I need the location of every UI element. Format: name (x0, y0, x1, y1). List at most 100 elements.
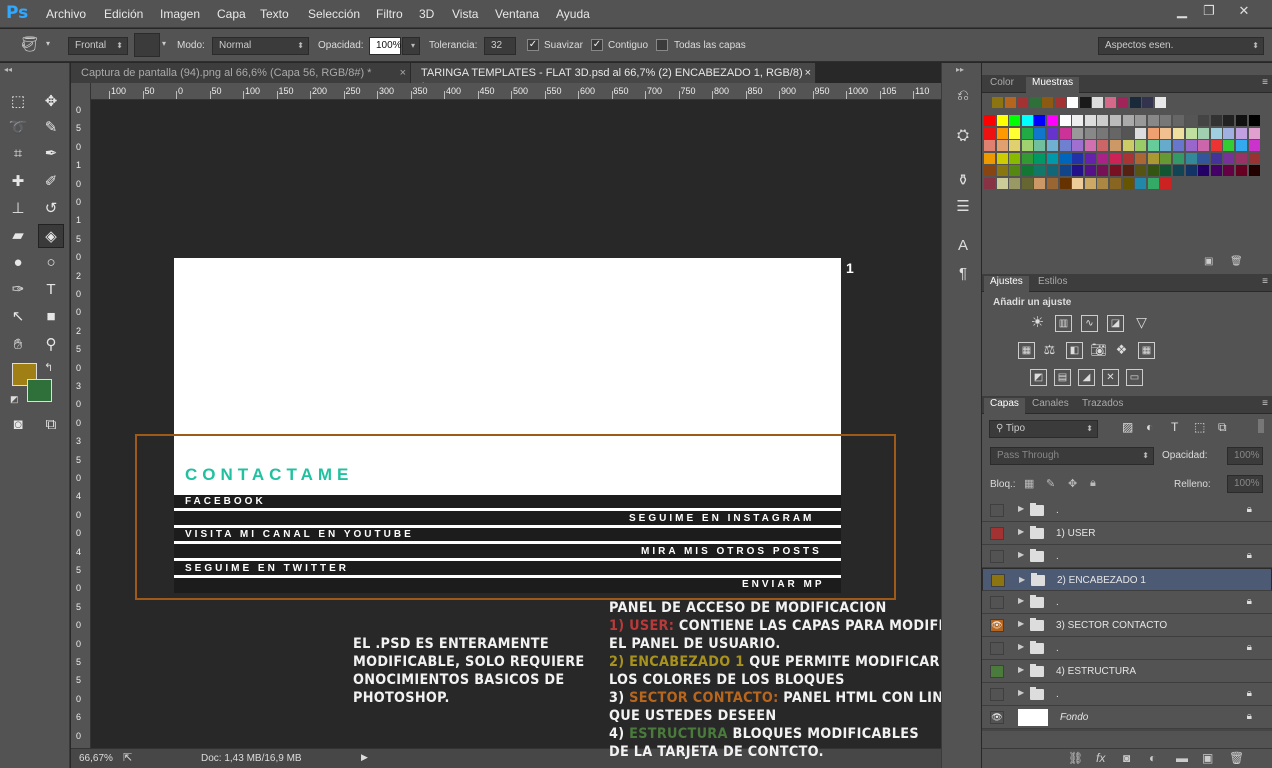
color-swatch[interactable] (1122, 127, 1134, 139)
color-swatch[interactable] (1059, 152, 1071, 164)
color-swatch[interactable] (1210, 165, 1222, 177)
lock-position-icon[interactable]: ✥ (1068, 477, 1077, 490)
workspace-select[interactable]: Aspectos esen. ⬍ (1098, 37, 1264, 55)
new-layer-icon[interactable]: ▣ (1202, 751, 1213, 765)
color-swatch[interactable] (1198, 140, 1210, 152)
minimize-icon[interactable]: ▁ (1170, 2, 1194, 20)
tab-swatches[interactable]: Muestras (1026, 77, 1080, 93)
color-swatch[interactable] (1059, 140, 1071, 152)
color-swatch[interactable] (1059, 178, 1071, 189)
tab-color[interactable]: Color (984, 77, 1020, 88)
color-swatch[interactable] (1248, 165, 1260, 177)
filter-adjustment-icon[interactable]: ◐ (1146, 420, 1153, 434)
color-swatch[interactable] (1248, 115, 1260, 126)
color-swatch[interactable] (1047, 165, 1058, 177)
mode-select[interactable]: Normal ⬍ (212, 37, 309, 55)
color-swatch[interactable] (1034, 115, 1046, 126)
color-swatch[interactable] (1160, 165, 1172, 177)
color-swatch[interactable] (1173, 165, 1184, 177)
color-swatch[interactable] (1173, 152, 1184, 164)
color-swatch[interactable] (1173, 140, 1184, 152)
lock-all-icon[interactable]: 🔒︎ (1090, 477, 1096, 490)
color-swatch[interactable] (1210, 127, 1222, 139)
panel-menu-icon[interactable]: ≡ (1262, 276, 1268, 287)
color-swatch[interactable] (1122, 178, 1134, 189)
color-swatch[interactable] (1147, 165, 1159, 177)
swatches-grid[interactable] (982, 95, 1272, 245)
eraser-tool-icon[interactable]: ▰ (5, 224, 31, 248)
color-swatch[interactable] (1084, 165, 1096, 177)
color-swatch[interactable] (1160, 178, 1172, 189)
horizontal-ruler[interactable]: 100 50 0 50 100 150 200 250 300 350 400 450 500 550 60… (91, 83, 941, 100)
color-swatch[interactable] (984, 178, 995, 189)
expand-group-icon[interactable]: ▶ (1019, 574, 1025, 586)
color-swatch[interactable] (1047, 178, 1058, 189)
export-icon[interactable]: ⇱ (123, 751, 132, 764)
color-swatch[interactable] (1110, 152, 1121, 164)
curves-icon[interactable]: ∿ (1081, 315, 1098, 332)
document-tab-screenshot[interactable]: Captura de pantalla (94).png al 66,6% (C… (71, 63, 411, 83)
background-color-swatch[interactable] (27, 379, 52, 402)
tool-preset-dropdown-icon[interactable]: ▾ (46, 39, 50, 48)
filter-shape-icon[interactable]: ⬚ (1194, 420, 1205, 434)
color-swatch[interactable] (996, 140, 1008, 152)
expand-panels-icon[interactable]: ▸▸ (956, 65, 964, 74)
color-swatch[interactable] (1072, 140, 1084, 152)
color-swatch[interactable] (1122, 152, 1134, 164)
visibility-toggle[interactable] (990, 550, 1004, 563)
color-swatch[interactable] (1117, 97, 1128, 108)
visibility-toggle[interactable] (990, 642, 1004, 655)
color-swatch[interactable] (1160, 152, 1172, 164)
color-swatch[interactable] (984, 127, 995, 139)
brush-presets-icon[interactable]: ⚱ (952, 171, 974, 193)
color-swatch[interactable] (1017, 97, 1028, 108)
properties-panel-icon[interactable]: ☰ (952, 197, 974, 219)
color-swatch[interactable] (1147, 127, 1159, 139)
opacity-slider-toggle[interactable]: ▾ (402, 37, 420, 55)
color-swatch[interactable] (1097, 140, 1109, 152)
color-swatch[interactable] (1135, 178, 1147, 189)
color-swatch[interactable] (1084, 152, 1096, 164)
color-swatch[interactable] (1185, 115, 1197, 126)
color-swatch[interactable] (1072, 178, 1084, 189)
color-swatch[interactable] (996, 152, 1008, 164)
layer-row[interactable]: 👁︎ Fondo 🔒︎ (982, 706, 1272, 729)
visibility-toggle[interactable] (991, 574, 1005, 587)
trash-icon[interactable]: 🗑︎ (1230, 256, 1243, 267)
expand-group-icon[interactable]: ▶ (1018, 619, 1024, 628)
color-swatch[interactable] (1021, 178, 1033, 189)
vertical-ruler[interactable]: 0 5 0 1 0 0 1 5 0 2 0 0 2 5 0 3 0 0 3 5 0 4 0 0 4 5 0 5 0 0 5 5 0 6 0 (71, 83, 91, 748)
close-tab-icon[interactable]: × (400, 66, 406, 80)
color-swatch[interactable] (1059, 115, 1071, 126)
color-swatch[interactable] (1034, 152, 1046, 164)
menu-3d[interactable]: 3D (419, 7, 434, 21)
color-swatch[interactable] (1054, 97, 1066, 108)
color-swatch[interactable] (1034, 178, 1046, 189)
color-swatch[interactable] (1198, 165, 1210, 177)
color-swatch[interactable] (1067, 97, 1078, 108)
color-swatch[interactable] (1110, 140, 1121, 152)
color-swatch[interactable] (1198, 127, 1210, 139)
zoom-level[interactable]: 66,67% (79, 753, 113, 764)
filter-pixel-icon[interactable]: ▨ (1122, 420, 1133, 434)
color-swatch[interactable] (1147, 140, 1159, 152)
color-swatch[interactable] (1122, 140, 1134, 152)
color-swatch[interactable] (1072, 115, 1084, 126)
hue-saturation-icon[interactable]: ▦ (1018, 342, 1035, 359)
expand-group-icon[interactable]: ▶ (1018, 688, 1024, 697)
fx-icon[interactable]: fx (1096, 751, 1105, 765)
color-swatch[interactable] (1185, 127, 1197, 139)
history-brush-tool-icon[interactable]: ↺ (38, 197, 64, 221)
levels-icon[interactable]: ▥ (1055, 315, 1072, 332)
expand-group-icon[interactable]: ▶ (1018, 527, 1024, 536)
swap-colors-icon[interactable]: ↰ (44, 361, 53, 374)
color-swatch[interactable] (1097, 165, 1109, 177)
color-swatch[interactable] (1160, 140, 1172, 152)
color-swatch[interactable] (984, 140, 995, 152)
color-swatch[interactable] (1059, 165, 1071, 177)
color-swatch[interactable] (1097, 115, 1109, 126)
color-swatch[interactable] (984, 152, 995, 164)
color-swatch[interactable] (1059, 127, 1071, 139)
color-swatch[interactable] (1092, 97, 1103, 108)
lock-transparent-icon[interactable]: ▦ (1024, 477, 1034, 490)
